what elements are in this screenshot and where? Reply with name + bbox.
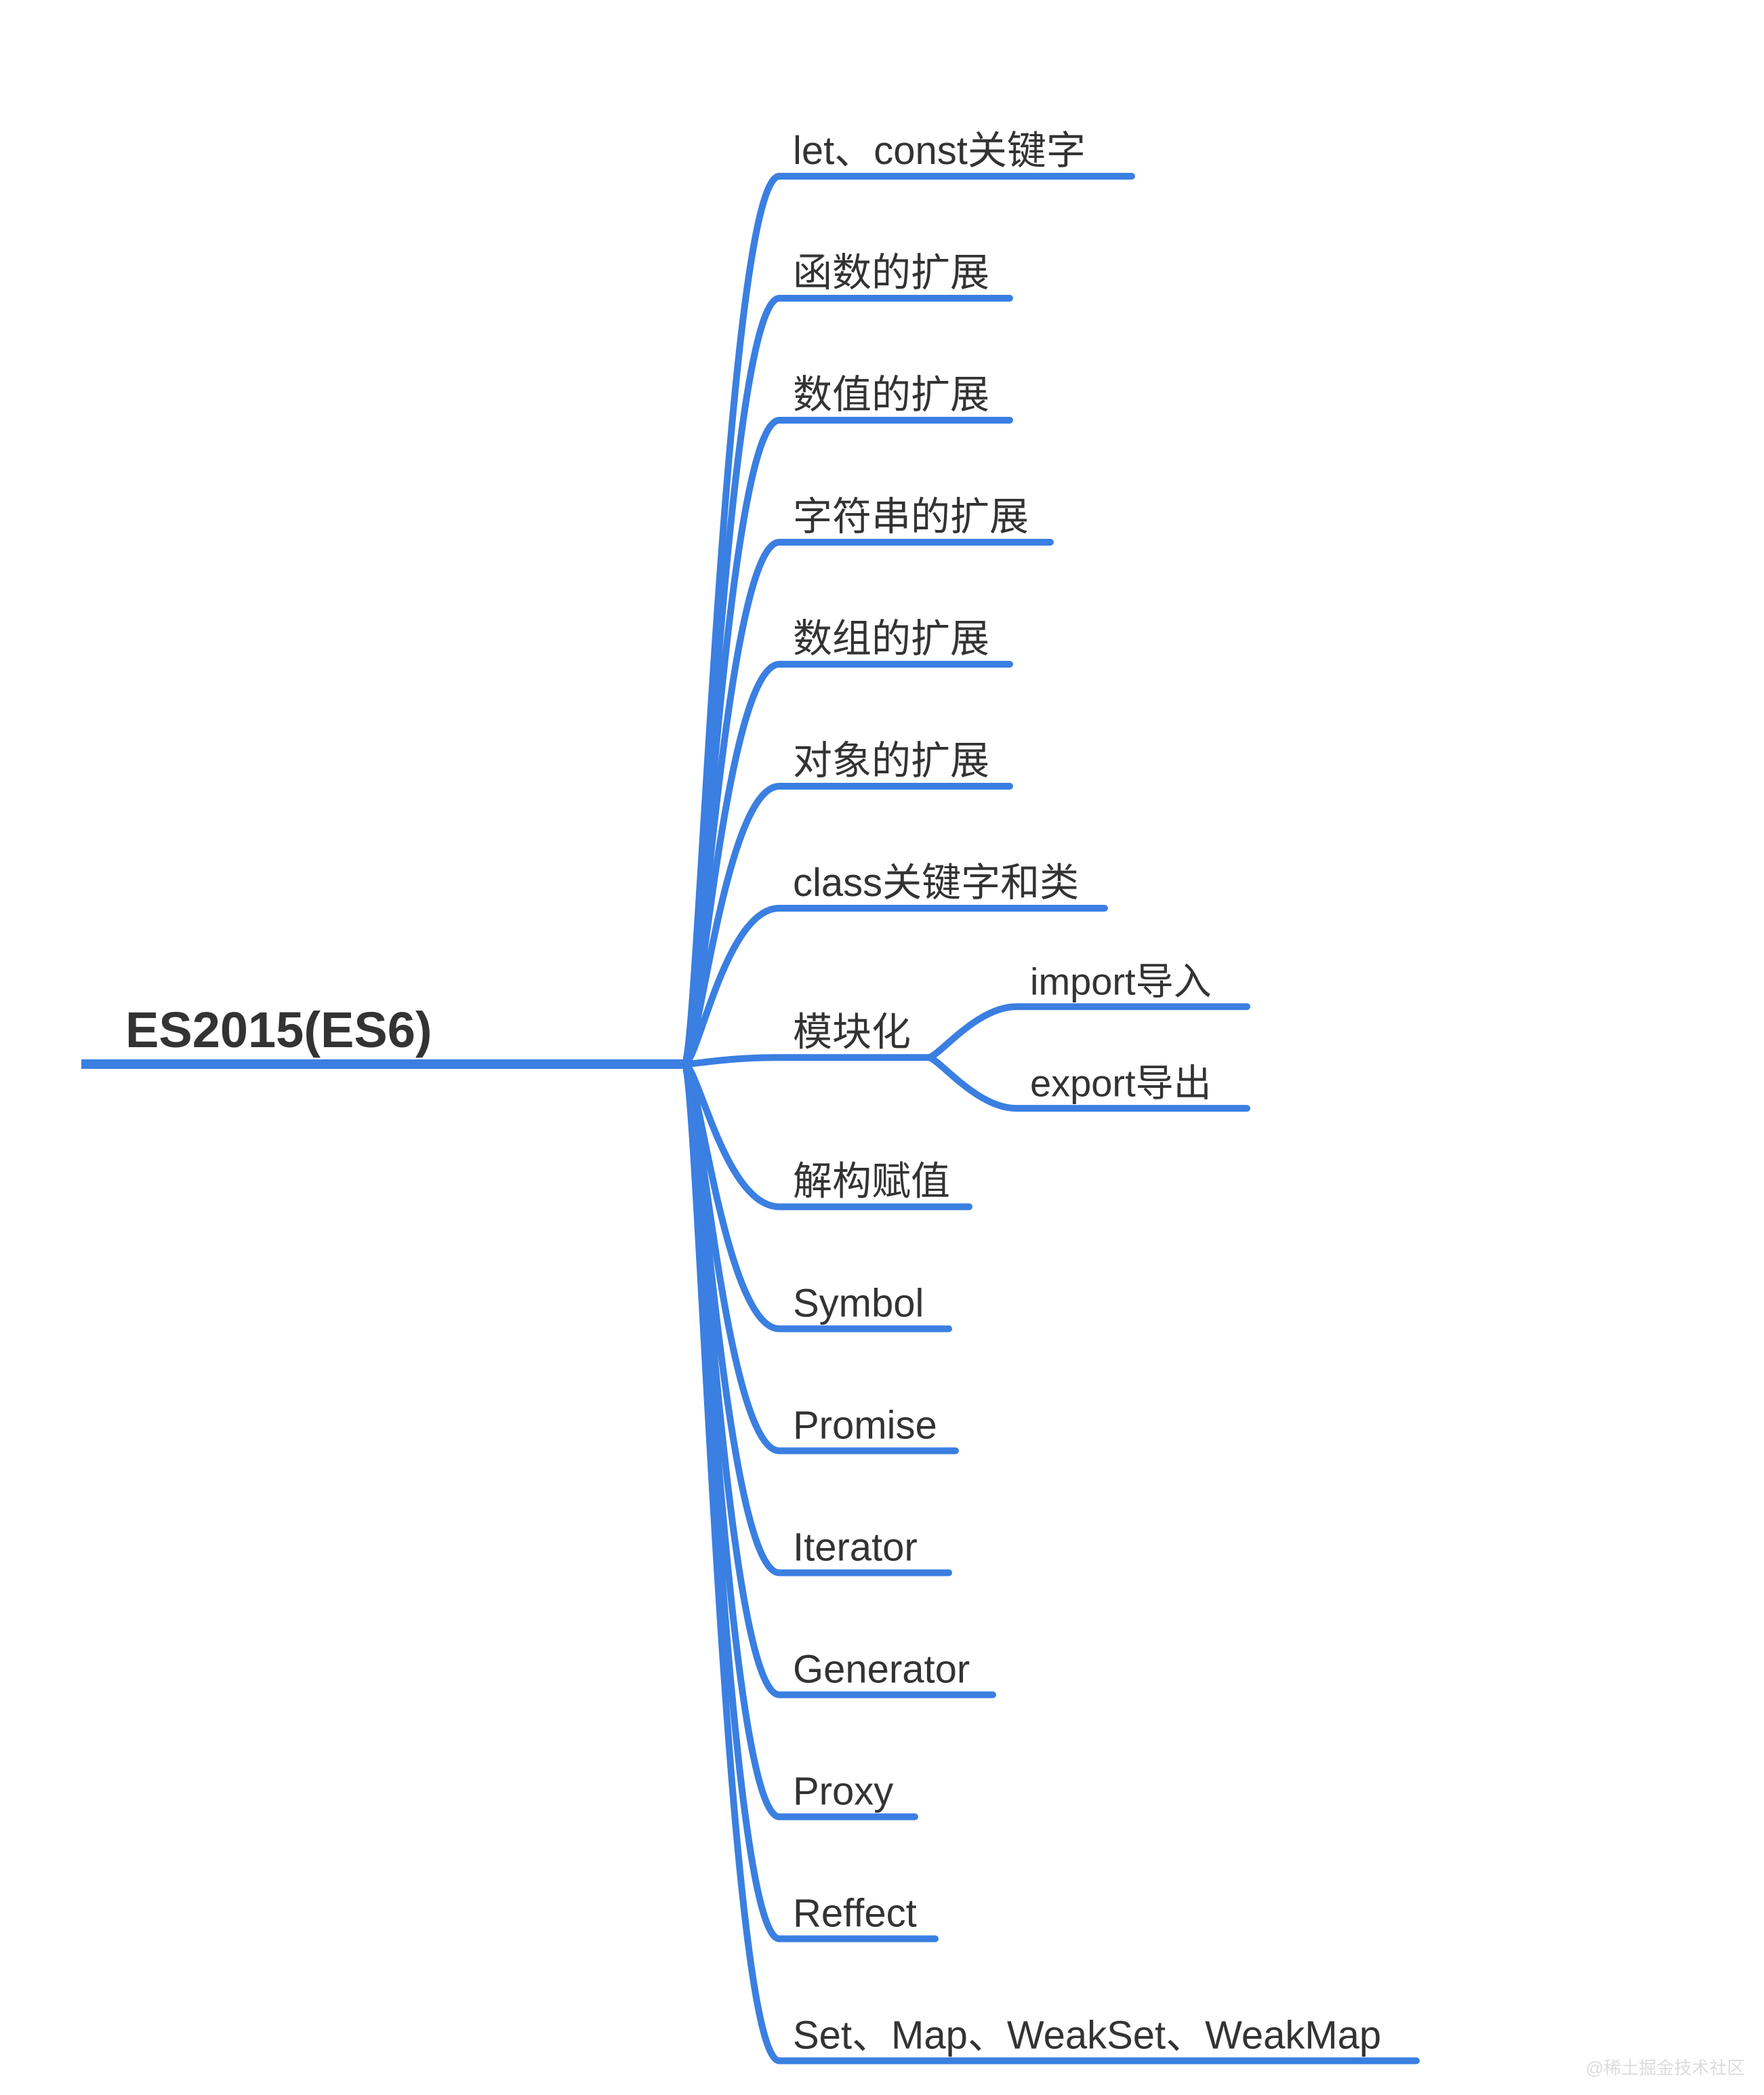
child-node-0[interactable]: let、const关键字: [793, 129, 1086, 173]
child-node-14[interactable]: Reffect: [793, 1892, 917, 1936]
watermark: @稀土掘金技术社区: [1586, 2058, 1744, 2078]
child-node-10[interactable]: Promise: [793, 1404, 937, 1448]
child-node-13[interactable]: Proxy: [793, 1770, 893, 1814]
child-node-4[interactable]: 数组的扩展: [793, 617, 989, 661]
child-node-5[interactable]: 对象的扩展: [793, 739, 989, 783]
child-node-7[interactable]: 模块化: [793, 1010, 911, 1054]
mindmap-canvas: ES2015(ES6) let、const关键字函数的扩展数值的扩展字符串的扩展…: [0, 0, 1764, 2095]
child-node-2[interactable]: 数值的扩展: [793, 373, 989, 417]
root-node[interactable]: ES2015(ES6): [125, 1002, 432, 1058]
child-node-12[interactable]: Generator: [793, 1648, 970, 1692]
child-node-1[interactable]: 函数的扩展: [793, 251, 989, 295]
sub-branch-7-0: [928, 1006, 1247, 1057]
child-node-6[interactable]: class关键字和类: [793, 861, 1079, 905]
child-node-8[interactable]: 解构赋值: [793, 1160, 950, 1204]
child-node-11[interactable]: Iterator: [793, 1526, 918, 1570]
branches-group: let、const关键字函数的扩展数值的扩展字符串的扩展数组的扩展对象的扩展 cl…: [684, 129, 1416, 2061]
branch-7: [684, 1057, 928, 1064]
child-node-15[interactable]: Set、Map、WeakSet、WeakMap: [793, 2014, 1381, 2058]
sub-node-7-1[interactable]: export导出: [1030, 1061, 1212, 1104]
child-node-9[interactable]: Symbol: [793, 1282, 924, 1326]
sub-node-7-0[interactable]: import导入: [1030, 960, 1212, 1002]
child-node-3[interactable]: 字符串的扩展: [793, 495, 1029, 539]
